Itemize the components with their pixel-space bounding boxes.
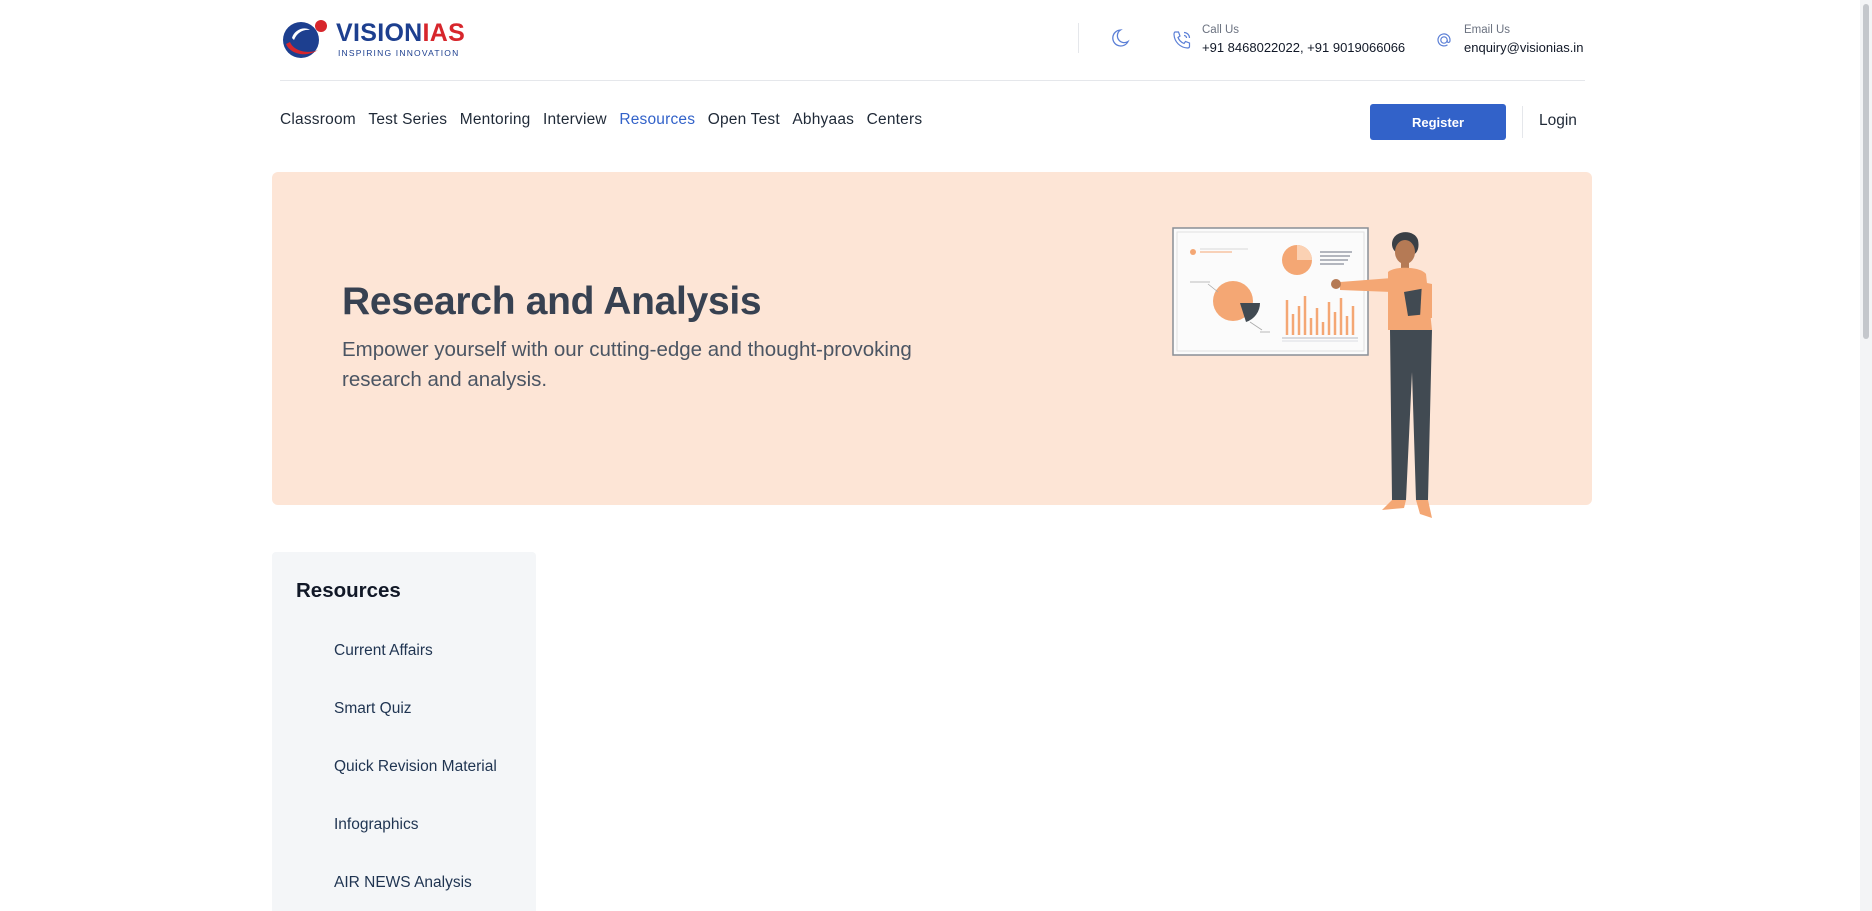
- sidebar-item-current-affairs[interactable]: Current Affairs: [334, 642, 433, 660]
- header-divider: [1078, 23, 1079, 53]
- call-us[interactable]: Call Us +91 8468022022, +91 9019066066: [1170, 24, 1405, 55]
- page-title: Research and Analysis: [342, 280, 762, 323]
- email-us[interactable]: Email Us enquiry@visionias.in: [1432, 24, 1583, 55]
- login-button[interactable]: Login: [1539, 112, 1577, 130]
- phone-icon: [1170, 28, 1194, 52]
- presenter-illustration: [1170, 222, 1470, 527]
- nav-item-test-series[interactable]: Test Series: [368, 111, 447, 129]
- email-address[interactable]: enquiry@visionias.in: [1464, 40, 1583, 55]
- call-us-label: Call Us: [1202, 24, 1240, 36]
- register-button[interactable]: Register: [1370, 104, 1506, 140]
- nav-divider: [1522, 106, 1523, 138]
- visionias-logo[interactable]: VISIONIAS INSPIRING INNOVATION: [280, 18, 465, 60]
- sidebar-title: Resources: [296, 579, 401, 602]
- main-nav: Classroom Test Series Mentoring Intervie…: [280, 111, 935, 129]
- sidebar-item-infographics[interactable]: Infographics: [334, 816, 418, 834]
- logo-mark-icon: [280, 18, 332, 60]
- nav-item-centers[interactable]: Centers: [867, 111, 923, 129]
- nav-item-resources[interactable]: Resources: [619, 111, 695, 129]
- nav-item-classroom[interactable]: Classroom: [280, 111, 356, 129]
- resources-sidebar: Resources Current Affairs Smart Quiz Qui…: [272, 552, 536, 911]
- call-us-numbers[interactable]: +91 8468022022, +91 9019066066: [1202, 40, 1405, 55]
- nav-item-mentoring[interactable]: Mentoring: [460, 111, 531, 129]
- hero-subtitle: Empower yourself with our cutting-edge a…: [342, 338, 912, 391]
- sidebar-item-smart-quiz[interactable]: Smart Quiz: [334, 700, 412, 718]
- sidebar-item-quick-revision-material[interactable]: Quick Revision Material: [334, 758, 497, 776]
- sidebar-item-air-news-analysis[interactable]: AIR NEWS Analysis: [334, 874, 472, 892]
- nav-item-interview[interactable]: Interview: [543, 111, 607, 129]
- scrollbar-thumb[interactable]: [1863, 4, 1869, 339]
- at-icon: [1432, 28, 1456, 52]
- email-us-label: Email Us: [1464, 24, 1511, 36]
- nav-item-abhyaas[interactable]: Abhyaas: [792, 111, 854, 129]
- moon-icon[interactable]: [1110, 26, 1134, 50]
- top-bar: VISIONIAS INSPIRING INNOVATION Call Us +…: [280, 0, 1585, 81]
- nav-item-open-test[interactable]: Open Test: [708, 111, 780, 129]
- logo-tagline: INSPIRING INNOVATION: [338, 47, 460, 58]
- logo-title: VISIONIAS: [336, 18, 466, 47]
